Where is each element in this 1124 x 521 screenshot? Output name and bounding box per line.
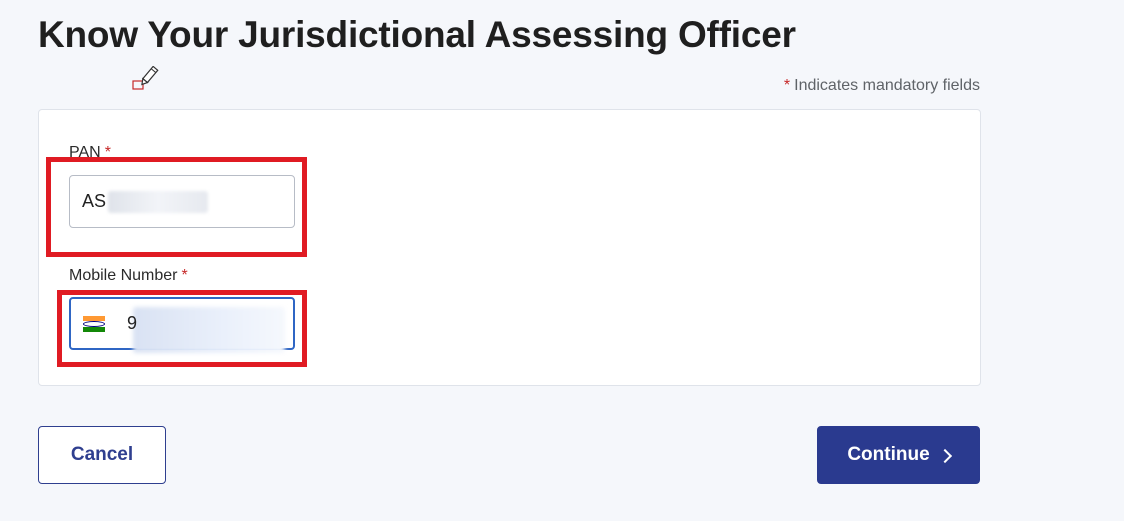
- page-title: Know Your Jurisdictional Assessing Offic…: [38, 14, 796, 55]
- mobile-value: 9: [127, 313, 138, 333]
- continue-button-label: Continue: [847, 444, 930, 465]
- mobile-label: Mobile Number *: [69, 267, 188, 285]
- mobile-label-text: Mobile Number: [69, 267, 178, 284]
- chevron-right-icon: [937, 448, 952, 463]
- pan-highlight-box: [46, 157, 307, 257]
- mandatory-note: * Indicates mandatory fields: [784, 77, 980, 95]
- continue-button[interactable]: Continue: [817, 426, 980, 484]
- cancel-button-label: Cancel: [70, 444, 134, 465]
- mobile-required-star: *: [181, 267, 188, 284]
- page: Know Your Jurisdictional Assessing Offic…: [0, 0, 1124, 521]
- mandatory-note-text: Indicates mandatory fields: [794, 77, 980, 94]
- mobile-highlight-box: [57, 290, 307, 367]
- required-star: *: [783, 77, 791, 94]
- pencil-icon: [132, 66, 159, 90]
- cancel-button[interactable]: Cancel: [38, 426, 166, 484]
